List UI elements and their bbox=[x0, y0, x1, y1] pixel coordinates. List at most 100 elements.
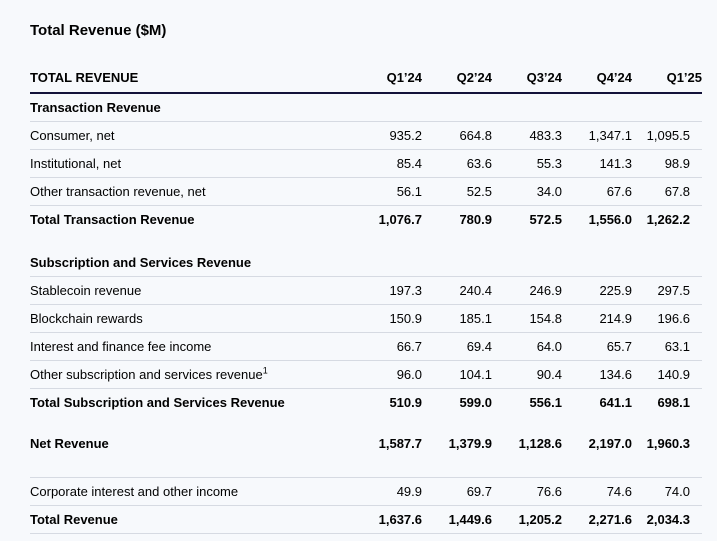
value-cell: 69.4 bbox=[422, 333, 492, 361]
value-cell: 196.6 bbox=[632, 305, 702, 333]
value-cell: 641.1 bbox=[562, 389, 632, 417]
value-cell: 572.5 bbox=[492, 206, 562, 234]
financial-report-page: Total Revenue ($M) TOTAL REVENUE Q1’24 Q… bbox=[0, 0, 717, 541]
section-spacer bbox=[30, 233, 702, 249]
table-row-net-revenue: Net Revenue 1,587.7 1,379.9 1,128.6 2,19… bbox=[30, 430, 702, 457]
table-row-other-transaction-revenue: Other transaction revenue, net 56.1 52.5… bbox=[30, 178, 702, 206]
value-cell: 1,960.3 bbox=[632, 430, 702, 457]
value-cell: 66.7 bbox=[352, 333, 422, 361]
value-cell: 64.0 bbox=[492, 333, 562, 361]
value-cell: 49.9 bbox=[352, 478, 422, 506]
value-cell: 1,262.2 bbox=[632, 206, 702, 234]
table-row-stablecoin-revenue: Stablecoin revenue 197.3 240.4 246.9 225… bbox=[30, 277, 702, 305]
value-cell: 1,556.0 bbox=[562, 206, 632, 234]
table-header-label: TOTAL REVENUE bbox=[30, 70, 352, 93]
section-title: Subscription and Services Revenue bbox=[30, 249, 702, 277]
table-row-corporate-interest-other-income: Corporate interest and other income 49.9… bbox=[30, 478, 702, 506]
value-cell: 55.3 bbox=[492, 150, 562, 178]
value-cell: 56.1 bbox=[352, 178, 422, 206]
value-cell: 1,205.2 bbox=[492, 506, 562, 534]
column-header-q4-24: Q4’24 bbox=[562, 70, 632, 93]
section-header-transaction-revenue: Transaction Revenue bbox=[30, 93, 702, 122]
value-cell: 935.2 bbox=[352, 122, 422, 150]
row-label: Total Subscription and Services Revenue bbox=[30, 389, 352, 417]
value-cell: 780.9 bbox=[422, 206, 492, 234]
row-label: Total Transaction Revenue bbox=[30, 206, 352, 234]
value-cell: 2,271.6 bbox=[562, 506, 632, 534]
table-row-blockchain-rewards: Blockchain rewards 150.9 185.1 154.8 214… bbox=[30, 305, 702, 333]
table-row-other-subscription-services-revenue: Other subscription and services revenue1… bbox=[30, 361, 702, 389]
page-title: Total Revenue ($M) bbox=[30, 22, 702, 40]
value-cell: 240.4 bbox=[422, 277, 492, 305]
value-cell: 74.0 bbox=[632, 478, 702, 506]
row-label: Corporate interest and other income bbox=[30, 478, 352, 506]
total-revenue-table: TOTAL REVENUE Q1’24 Q2’24 Q3’24 Q4’24 Q1… bbox=[30, 70, 702, 534]
value-cell: 664.8 bbox=[422, 122, 492, 150]
section-title: Transaction Revenue bbox=[30, 93, 702, 122]
column-header-q1-24: Q1’24 bbox=[352, 70, 422, 93]
value-cell: 52.5 bbox=[422, 178, 492, 206]
value-cell: 34.0 bbox=[492, 178, 562, 206]
value-cell: 599.0 bbox=[422, 389, 492, 417]
row-label: Blockchain rewards bbox=[30, 305, 352, 333]
value-cell: 1,449.6 bbox=[422, 506, 492, 534]
value-cell: 246.9 bbox=[492, 277, 562, 305]
value-cell: 154.8 bbox=[492, 305, 562, 333]
section-header-subscription-services-revenue: Subscription and Services Revenue bbox=[30, 249, 702, 277]
table-row-total-subscription-services-revenue: Total Subscription and Services Revenue … bbox=[30, 389, 702, 417]
value-cell: 1,379.9 bbox=[422, 430, 492, 457]
row-label-text: Other subscription and services revenue bbox=[30, 367, 263, 382]
value-cell: 2,197.0 bbox=[562, 430, 632, 457]
row-label: Other transaction revenue, net bbox=[30, 178, 352, 206]
value-cell: 141.3 bbox=[562, 150, 632, 178]
value-cell: 2,034.3 bbox=[632, 506, 702, 534]
value-cell: 698.1 bbox=[632, 389, 702, 417]
value-cell: 1,076.7 bbox=[352, 206, 422, 234]
row-label: Interest and finance fee income bbox=[30, 333, 352, 361]
row-label: Institutional, net bbox=[30, 150, 352, 178]
value-cell: 1,095.5 bbox=[632, 122, 702, 150]
table-row-interest-finance-fee-income: Interest and finance fee income 66.7 69.… bbox=[30, 333, 702, 361]
table-row-total-revenue: Total Revenue 1,637.6 1,449.6 1,205.2 2,… bbox=[30, 506, 702, 534]
value-cell: 510.9 bbox=[352, 389, 422, 417]
table-row-institutional-net: Institutional, net 85.4 63.6 55.3 141.3 … bbox=[30, 150, 702, 178]
value-cell: 104.1 bbox=[422, 361, 492, 389]
row-label: Total Revenue bbox=[30, 506, 352, 534]
value-cell: 63.6 bbox=[422, 150, 492, 178]
value-cell: 69.7 bbox=[422, 478, 492, 506]
value-cell: 140.9 bbox=[632, 361, 702, 389]
value-cell: 556.1 bbox=[492, 389, 562, 417]
value-cell: 185.1 bbox=[422, 305, 492, 333]
value-cell: 483.3 bbox=[492, 122, 562, 150]
table-header-row: TOTAL REVENUE Q1’24 Q2’24 Q3’24 Q4’24 Q1… bbox=[30, 70, 702, 93]
row-label: Net Revenue bbox=[30, 430, 352, 457]
value-cell: 225.9 bbox=[562, 277, 632, 305]
column-header-q3-24: Q3’24 bbox=[492, 70, 562, 93]
table-row-consumer-net: Consumer, net 935.2 664.8 483.3 1,347.1 … bbox=[30, 122, 702, 150]
value-cell: 96.0 bbox=[352, 361, 422, 389]
row-label: Other subscription and services revenue1 bbox=[30, 361, 352, 389]
value-cell: 76.6 bbox=[492, 478, 562, 506]
value-cell: 197.3 bbox=[352, 277, 422, 305]
value-cell: 1,587.7 bbox=[352, 430, 422, 457]
section-spacer bbox=[30, 416, 702, 430]
table-row-total-transaction-revenue: Total Transaction Revenue 1,076.7 780.9 … bbox=[30, 206, 702, 234]
section-spacer bbox=[30, 457, 702, 478]
value-cell: 1,128.6 bbox=[492, 430, 562, 457]
value-cell: 98.9 bbox=[632, 150, 702, 178]
value-cell: 297.5 bbox=[632, 277, 702, 305]
value-cell: 65.7 bbox=[562, 333, 632, 361]
value-cell: 67.8 bbox=[632, 178, 702, 206]
value-cell: 74.6 bbox=[562, 478, 632, 506]
row-label: Consumer, net bbox=[30, 122, 352, 150]
value-cell: 63.1 bbox=[632, 333, 702, 361]
value-cell: 214.9 bbox=[562, 305, 632, 333]
value-cell: 134.6 bbox=[562, 361, 632, 389]
column-header-q2-24: Q2’24 bbox=[422, 70, 492, 93]
footnote-marker: 1 bbox=[263, 366, 268, 376]
row-label: Stablecoin revenue bbox=[30, 277, 352, 305]
value-cell: 150.9 bbox=[352, 305, 422, 333]
value-cell: 85.4 bbox=[352, 150, 422, 178]
column-header-q1-25: Q1’25 bbox=[632, 70, 702, 93]
value-cell: 1,347.1 bbox=[562, 122, 632, 150]
